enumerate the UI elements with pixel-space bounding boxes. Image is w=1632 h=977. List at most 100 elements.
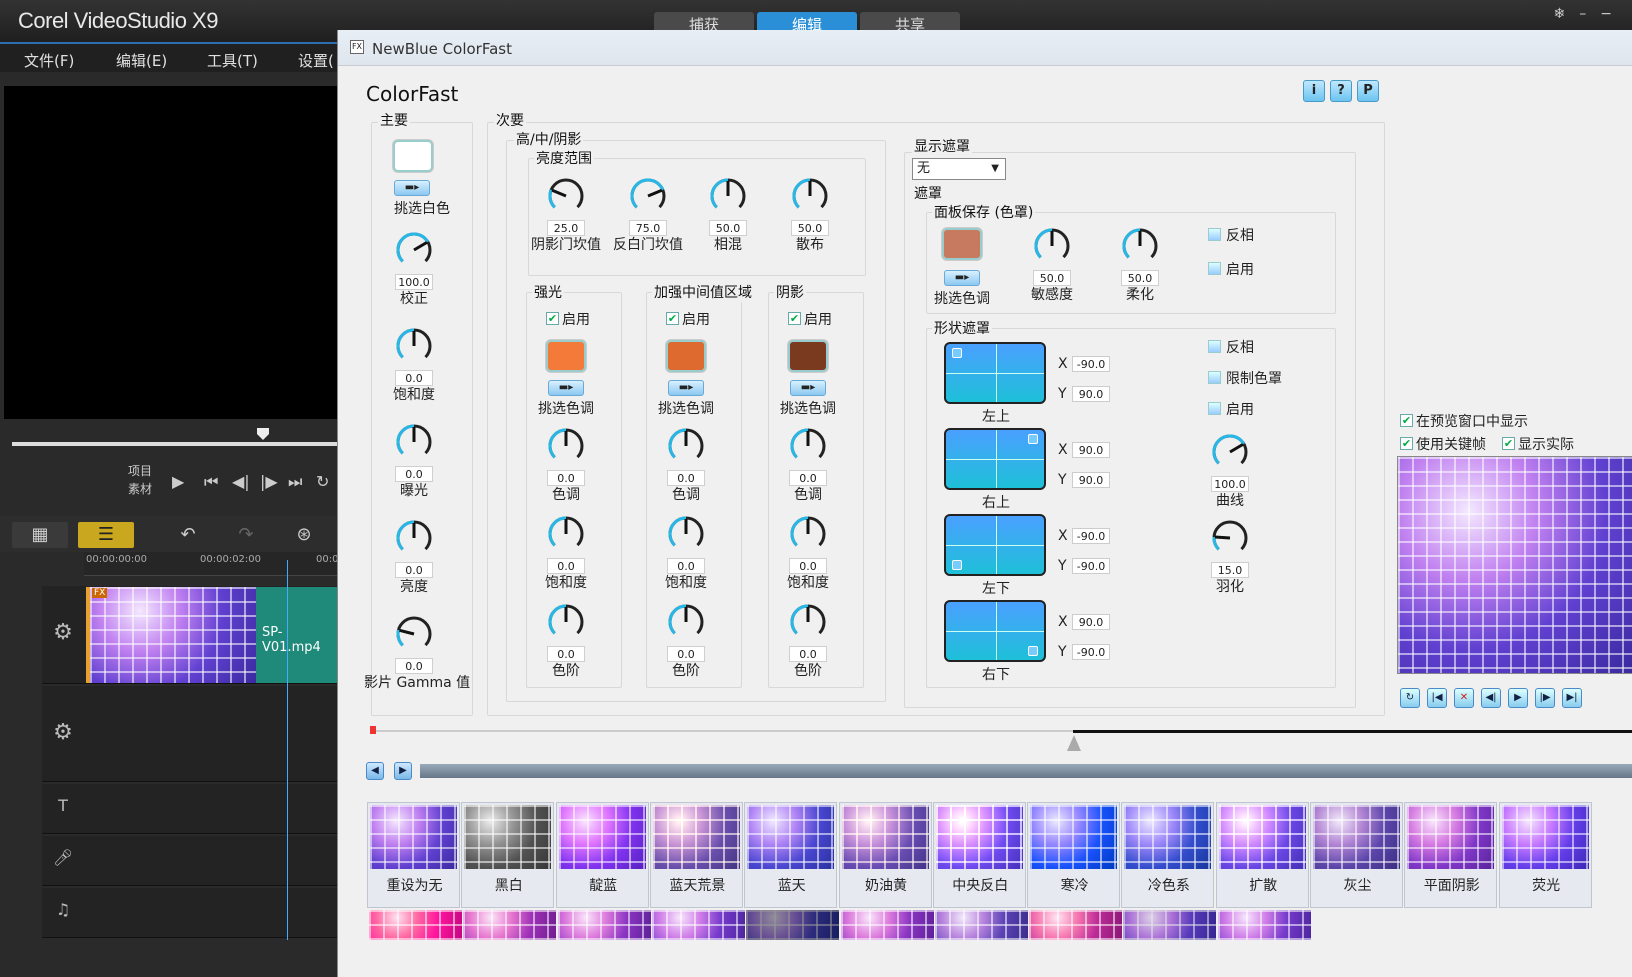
zone-1-0-knob[interactable] [666, 426, 706, 466]
mode-clip[interactable]: 素材 [128, 480, 152, 498]
next-frame-button[interactable]: |▶ [260, 472, 278, 491]
preset-item[interactable]: 重设为无 [367, 802, 460, 908]
minimize-icon[interactable]: – [1579, 6, 1600, 22]
menu-edit[interactable]: 编辑(E) [116, 50, 167, 71]
sensitivity-1-knob[interactable] [1120, 226, 1160, 266]
preset-item[interactable]: 蓝天荒景 [649, 802, 743, 908]
preset-item[interactable]: 扩散 [1215, 802, 1309, 908]
curve-knob[interactable] [1210, 432, 1250, 472]
dialog-title-bar[interactable]: FX NewBlue ColorFast [338, 30, 1632, 66]
menu-file[interactable]: 文件(F) [24, 50, 74, 71]
corner-handle[interactable] [944, 342, 1046, 404]
voice-track[interactable] [42, 836, 340, 886]
show-in-preview-checkbox[interactable]: ✔ [1400, 414, 1413, 427]
white-swatch[interactable] [393, 140, 433, 172]
eyedropper-icon[interactable]: ▬▸ [548, 380, 584, 396]
shape-checkbox[interactable] [1208, 371, 1221, 384]
preset-item[interactable]: 靛蓝 [555, 802, 649, 908]
preset-item[interactable] [463, 910, 557, 940]
preset-item[interactable] [746, 910, 840, 940]
range-2-knob[interactable] [708, 176, 748, 216]
corner-x-field[interactable]: -90.0 [1072, 356, 1110, 372]
mask-color-swatch[interactable] [942, 228, 982, 260]
window-controls[interactable]: ❄–− [1554, 6, 1626, 22]
range-3-knob[interactable] [790, 176, 830, 216]
show-mask-select[interactable]: 无 ▼ [912, 158, 1006, 180]
preset-item[interactable]: 奶油黄 [838, 802, 932, 908]
sensitivity-0-knob[interactable] [1032, 226, 1072, 266]
zone-2-1-knob[interactable] [788, 514, 828, 554]
keyframe-slider-handle[interactable] [1067, 735, 1081, 751]
mode-project[interactable]: 项目 [128, 462, 152, 480]
panel-checkbox[interactable] [1208, 262, 1221, 275]
shape-checkbox[interactable] [1208, 340, 1221, 353]
corner-y-field[interactable]: 90.0 [1072, 386, 1110, 402]
zone-color-swatch[interactable] [788, 340, 828, 372]
storyboard-view-icon[interactable]: ▦ [12, 522, 68, 548]
delete-keyframe-icon[interactable]: ✕ [1454, 688, 1474, 708]
corner-x-field[interactable]: 90.0 [1072, 614, 1110, 630]
preset-item[interactable]: 平面阴影 [1404, 802, 1498, 908]
end-button[interactable]: ⏭ [288, 472, 302, 492]
zone-enable-checkbox[interactable]: ✔ [666, 312, 679, 325]
preset-item[interactable]: 荧光 [1498, 802, 1592, 908]
go-end-icon[interactable]: ▶| [1562, 688, 1582, 708]
preset-item[interactable] [651, 910, 745, 940]
corner-y-field[interactable]: 90.0 [1072, 472, 1110, 488]
zone-0-1-knob[interactable] [546, 514, 586, 554]
panel-checkbox[interactable] [1208, 228, 1221, 241]
zone-enable-checkbox[interactable]: ✔ [546, 312, 559, 325]
eyedropper-icon[interactable]: ▬▸ [944, 270, 980, 286]
corner-x-field[interactable]: -90.0 [1072, 528, 1110, 544]
zone-2-2-knob[interactable] [788, 602, 828, 642]
preview-window[interactable] [4, 86, 340, 419]
corner-y-field[interactable]: -90.0 [1072, 558, 1110, 574]
corner-handle[interactable] [944, 514, 1046, 576]
preset-item[interactable]: 灰尘 [1310, 802, 1403, 908]
range-1-knob[interactable] [628, 176, 668, 216]
next-keyframe-icon[interactable]: |▶ [1535, 688, 1555, 708]
settings-icon[interactable]: ❄ [1554, 6, 1580, 22]
preset-prev-icon[interactable]: ◀ [366, 762, 384, 780]
reset-icon[interactable]: ↻ [1400, 688, 1420, 708]
preset-item[interactable] [1123, 910, 1217, 940]
title-track[interactable] [42, 784, 340, 834]
eyedropper-icon[interactable]: ▬▸ [394, 180, 430, 196]
zone-1-1-knob[interactable] [666, 514, 706, 554]
preset-item[interactable] [369, 910, 462, 940]
zone-enable-checkbox[interactable]: ✔ [788, 312, 801, 325]
use-keyframes-checkbox[interactable]: ✔ [1400, 437, 1413, 450]
record-capture-icon[interactable]: ⊛ [276, 522, 332, 548]
preset-item[interactable]: 冷色系 [1121, 802, 1215, 908]
range-0-knob[interactable] [546, 176, 586, 216]
play-icon[interactable]: ▶ [1508, 688, 1528, 708]
home-button[interactable]: ⏮ [204, 472, 218, 492]
zone-color-swatch[interactable] [546, 340, 586, 372]
preset-item[interactable] [840, 910, 934, 940]
timeline-playhead[interactable] [287, 560, 288, 940]
playback-mode[interactable]: 项目 素材 [128, 462, 152, 498]
corner-handle[interactable] [944, 428, 1046, 490]
effect-preview[interactable] [1397, 456, 1632, 674]
corner-handle[interactable] [944, 600, 1046, 662]
timeline-ruler[interactable]: 00:00:00:00 00:00:02:00 00:00 [84, 552, 345, 576]
close-icon[interactable]: − [1600, 6, 1626, 22]
zone-2-0-knob[interactable] [788, 426, 828, 466]
preset-scrollbar[interactable] [420, 764, 1632, 778]
preset-item[interactable] [557, 910, 651, 940]
preset-item[interactable]: 寒冷 [1027, 802, 1121, 908]
preset-item[interactable]: 蓝天 [744, 802, 838, 908]
video-clip[interactable]: FX SP-V01.mp4 [86, 587, 340, 683]
music-track[interactable] [42, 888, 340, 938]
preset-button[interactable]: P [1357, 80, 1379, 102]
feather-knob[interactable] [1210, 518, 1250, 558]
go-start-icon[interactable]: |◀ [1427, 688, 1447, 708]
zone-color-swatch[interactable] [666, 340, 706, 372]
primary-4-knob[interactable] [394, 614, 434, 654]
preset-item[interactable]: 中央反白 [932, 802, 1026, 908]
preset-item[interactable] [1217, 910, 1311, 940]
scrubber-handle[interactable] [257, 428, 269, 440]
repeat-button[interactable]: ↻ [316, 472, 329, 491]
overlay-track[interactable] [42, 686, 340, 782]
shape-checkbox[interactable] [1208, 402, 1221, 415]
